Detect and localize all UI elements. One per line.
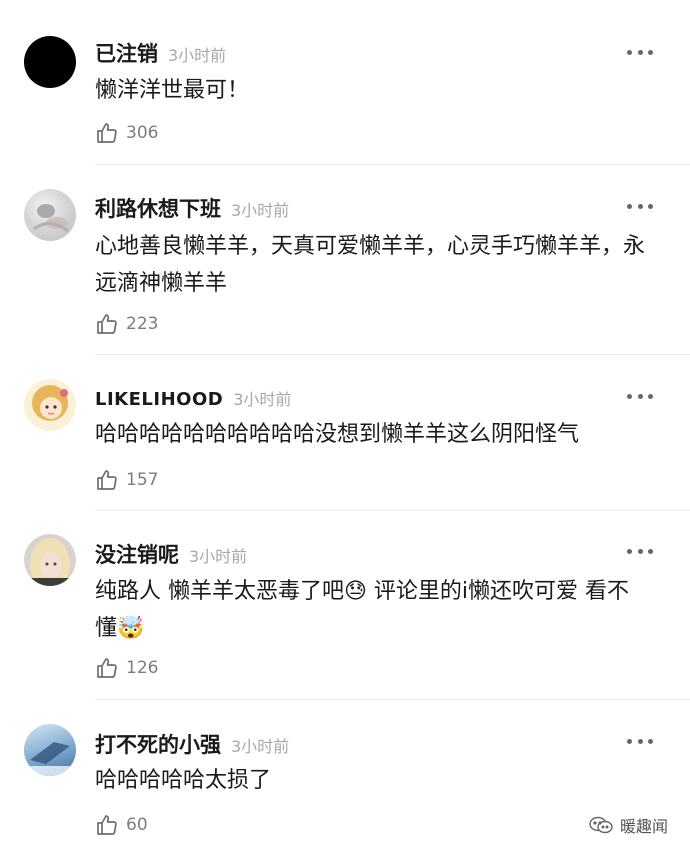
- username[interactable]: LIKELIHOOD 3小时前: [95, 386, 291, 410]
- comment-time: 3小时前: [168, 46, 227, 65]
- comment-time: 3小时前: [189, 547, 248, 566]
- avatar[interactable]: [24, 36, 76, 88]
- like-count: 306: [126, 123, 159, 143]
- like-button[interactable]: 126: [95, 656, 158, 680]
- comment-item: 打不死的小强 3小时前 哈哈哈哈哈太损了 60: [0, 700, 690, 857]
- thumbs-up-icon: [97, 470, 117, 490]
- comment-time: 3小时前: [231, 737, 290, 756]
- like-count: 157: [126, 470, 159, 490]
- username[interactable]: 利路休想下班 3小时前: [95, 193, 289, 223]
- comment-text: 哈哈哈哈哈太损了: [95, 768, 272, 793]
- like-button[interactable]: 306: [95, 121, 158, 145]
- thumbs-up-icon: [97, 658, 117, 678]
- more-options-icon[interactable]: [627, 48, 653, 56]
- more-options-icon[interactable]: [627, 202, 653, 210]
- comment-item: 已注销 3小时前 懒洋洋世最可！ 306: [0, 0, 690, 165]
- username[interactable]: 没注销呢 3小时前: [95, 539, 247, 569]
- avatar[interactable]: [24, 379, 76, 431]
- more-options-icon[interactable]: [627, 547, 653, 555]
- more-options-icon[interactable]: [627, 392, 653, 400]
- thumbs-up-icon: [97, 815, 117, 835]
- username[interactable]: 已注销 3小时前: [95, 38, 226, 68]
- comment-item: 没注销呢 3小时前 纯路人 懒羊羊太恶毒了吧😓 评论里的i懒还吹可爱 看不懂🤯 1…: [0, 510, 690, 700]
- comment-item: 利路休想下班 3小时前 心地善良懒羊羊，天真可爱懒羊羊，心灵手巧懒羊羊，永远滴神懒…: [0, 165, 690, 355]
- avatar[interactable]: [24, 534, 76, 586]
- comment-text: 纯路人 懒羊羊太恶毒了吧😓 评论里的i懒还吹可爱 看不懂🤯: [95, 579, 630, 641]
- more-options-icon[interactable]: [627, 737, 653, 745]
- avatar[interactable]: [24, 189, 76, 241]
- like-button[interactable]: 223: [95, 312, 158, 336]
- thumbs-up-icon: [97, 123, 117, 143]
- like-count: 126: [126, 658, 159, 678]
- thumbs-up-icon: [97, 314, 117, 334]
- comment-time: 3小时前: [231, 201, 290, 220]
- comment-text: 心地善良懒羊羊，天真可爱懒羊羊，心灵手巧懒羊羊，永远滴神懒羊羊: [95, 234, 646, 296]
- watermark: 暖趣闻: [588, 813, 668, 837]
- username[interactable]: 打不死的小强 3小时前: [95, 729, 289, 759]
- comment-text: 哈哈哈哈哈哈哈哈哈哈没想到懒羊羊这么阴阳怪气: [95, 422, 580, 447]
- comment-time: 3小时前: [233, 390, 292, 409]
- like-count: 223: [126, 314, 159, 334]
- watermark-text: 暖趣闻: [619, 817, 668, 836]
- like-button[interactable]: 157: [95, 468, 158, 492]
- like-count: 60: [126, 815, 148, 835]
- comment-item: LIKELIHOOD 3小时前 哈哈哈哈哈哈哈哈哈哈没想到懒羊羊这么阴阳怪气 15…: [0, 355, 690, 511]
- wechat-channel-icon: [589, 816, 613, 834]
- comment-text: 懒洋洋世最可！: [95, 78, 250, 103]
- like-button[interactable]: 60: [95, 813, 148, 837]
- avatar[interactable]: [24, 724, 76, 776]
